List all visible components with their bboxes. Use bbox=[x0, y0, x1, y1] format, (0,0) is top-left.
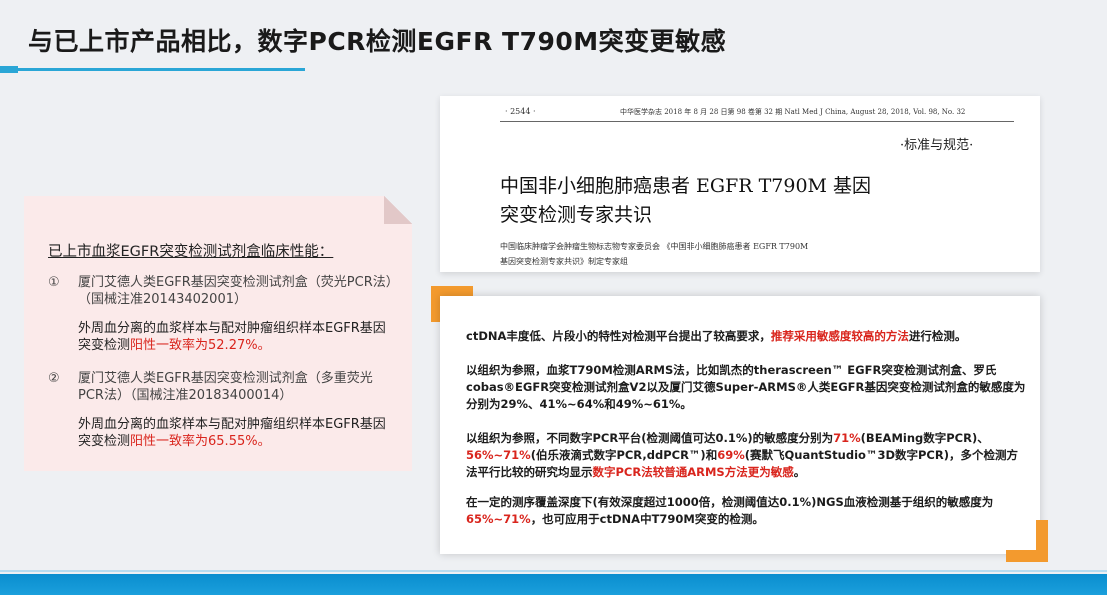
paragraph-2: 以组织为参照，血浆T790M检测ARMS法，比如凯杰的therascreen™ … bbox=[466, 363, 1026, 411]
highlight: 推荐采用敏感度较高的方法 bbox=[770, 329, 909, 343]
journal-article-excerpt: · 2544 · 中华医学杂志 2018 年 8 月 28 日第 98 卷第 3… bbox=[440, 96, 1040, 272]
slide-title: 与已上市产品相比，数字PCR检测EGFR T790M突变更敏感 bbox=[28, 27, 727, 56]
title-underline bbox=[0, 68, 305, 71]
title-underline-accent bbox=[0, 66, 18, 73]
article-page-number: · 2544 · bbox=[505, 107, 536, 116]
article-section: ·标准与规范· bbox=[900, 138, 974, 153]
highlight: 69% bbox=[717, 448, 745, 462]
article-title-line1: 中国非小细胞肺癌患者 EGFR T790M 基因 bbox=[500, 175, 872, 197]
item-text: 厦门艾德人类EGFR基因突变检测试剂盒（荧光PCR法）（国械注准20143402… bbox=[78, 275, 393, 307]
article-journal-line: 中华医学杂志 2018 年 8 月 28 日第 98 卷第 32 期 Natl … bbox=[620, 108, 966, 116]
paragraph-3: 以组织为参照，不同数字PCR平台(检测阈值可达0.1%)的敏感度分别为71%(B… bbox=[466, 431, 1018, 479]
footer-divider bbox=[0, 570, 1107, 572]
item-text: 厦门艾德人类EGFR基因突变检测试剂盒（多重荧光PCR法）（国械注准201834… bbox=[78, 371, 373, 403]
item-result: 外周血分离的血浆样本与配对肿瘤组织样本EGFR基因突变检测阳性一致率为52.27… bbox=[78, 321, 386, 353]
article-authors-cont: 基因突变检测专家共识》制定专家组 bbox=[500, 257, 628, 266]
highlight: 数字PCR法较普通ARMS方法更为敏感 bbox=[592, 465, 794, 479]
result-highlight: 阳性一致率为52.27%。 bbox=[130, 338, 271, 353]
item-number: ① bbox=[48, 275, 60, 290]
paragraph-4: 在一定的测序覆盖深度下(有效深度超过1000倍，检测阈值达0.1%)NGS血液检… bbox=[466, 495, 994, 526]
clinical-performance-card: 已上市血浆EGFR突变检测试剂盒临床性能： ① 厦门艾德人类EGFR基因突变检测… bbox=[24, 196, 412, 471]
corner-decoration bbox=[1006, 550, 1048, 562]
article-divider bbox=[500, 121, 1014, 122]
highlight: 56%~71% bbox=[466, 448, 531, 462]
footer-band bbox=[0, 574, 1107, 595]
paragraph-1: ctDNA丰度低、片段小的特性对检测平台提出了较高要求，推荐采用敏感度较高的方法… bbox=[466, 329, 967, 343]
card-folded-corner bbox=[384, 196, 412, 224]
article-title-line2: 突变检测专家共识 bbox=[500, 204, 653, 226]
item-result: 外周血分离的血浆样本与配对肿瘤组织样本EGFR基因突变检测阳性一致率为65.55… bbox=[78, 417, 386, 449]
card-heading: 已上市血浆EGFR突变检测试剂盒临床性能： bbox=[48, 244, 334, 260]
item-number: ② bbox=[48, 371, 60, 386]
result-highlight: 阳性一致率为65.55%。 bbox=[130, 434, 271, 449]
highlight: 65%~71% bbox=[466, 512, 531, 526]
evidence-card: ctDNA丰度低、片段小的特性对检测平台提出了较高要求，推荐采用敏感度较高的方法… bbox=[440, 296, 1040, 554]
article-authors: 中国临床肿瘤学会肿瘤生物标志物专家委员会 《中国非小细胞肺癌患者 EGFR T7… bbox=[500, 242, 809, 251]
highlight: 71% bbox=[833, 431, 861, 445]
